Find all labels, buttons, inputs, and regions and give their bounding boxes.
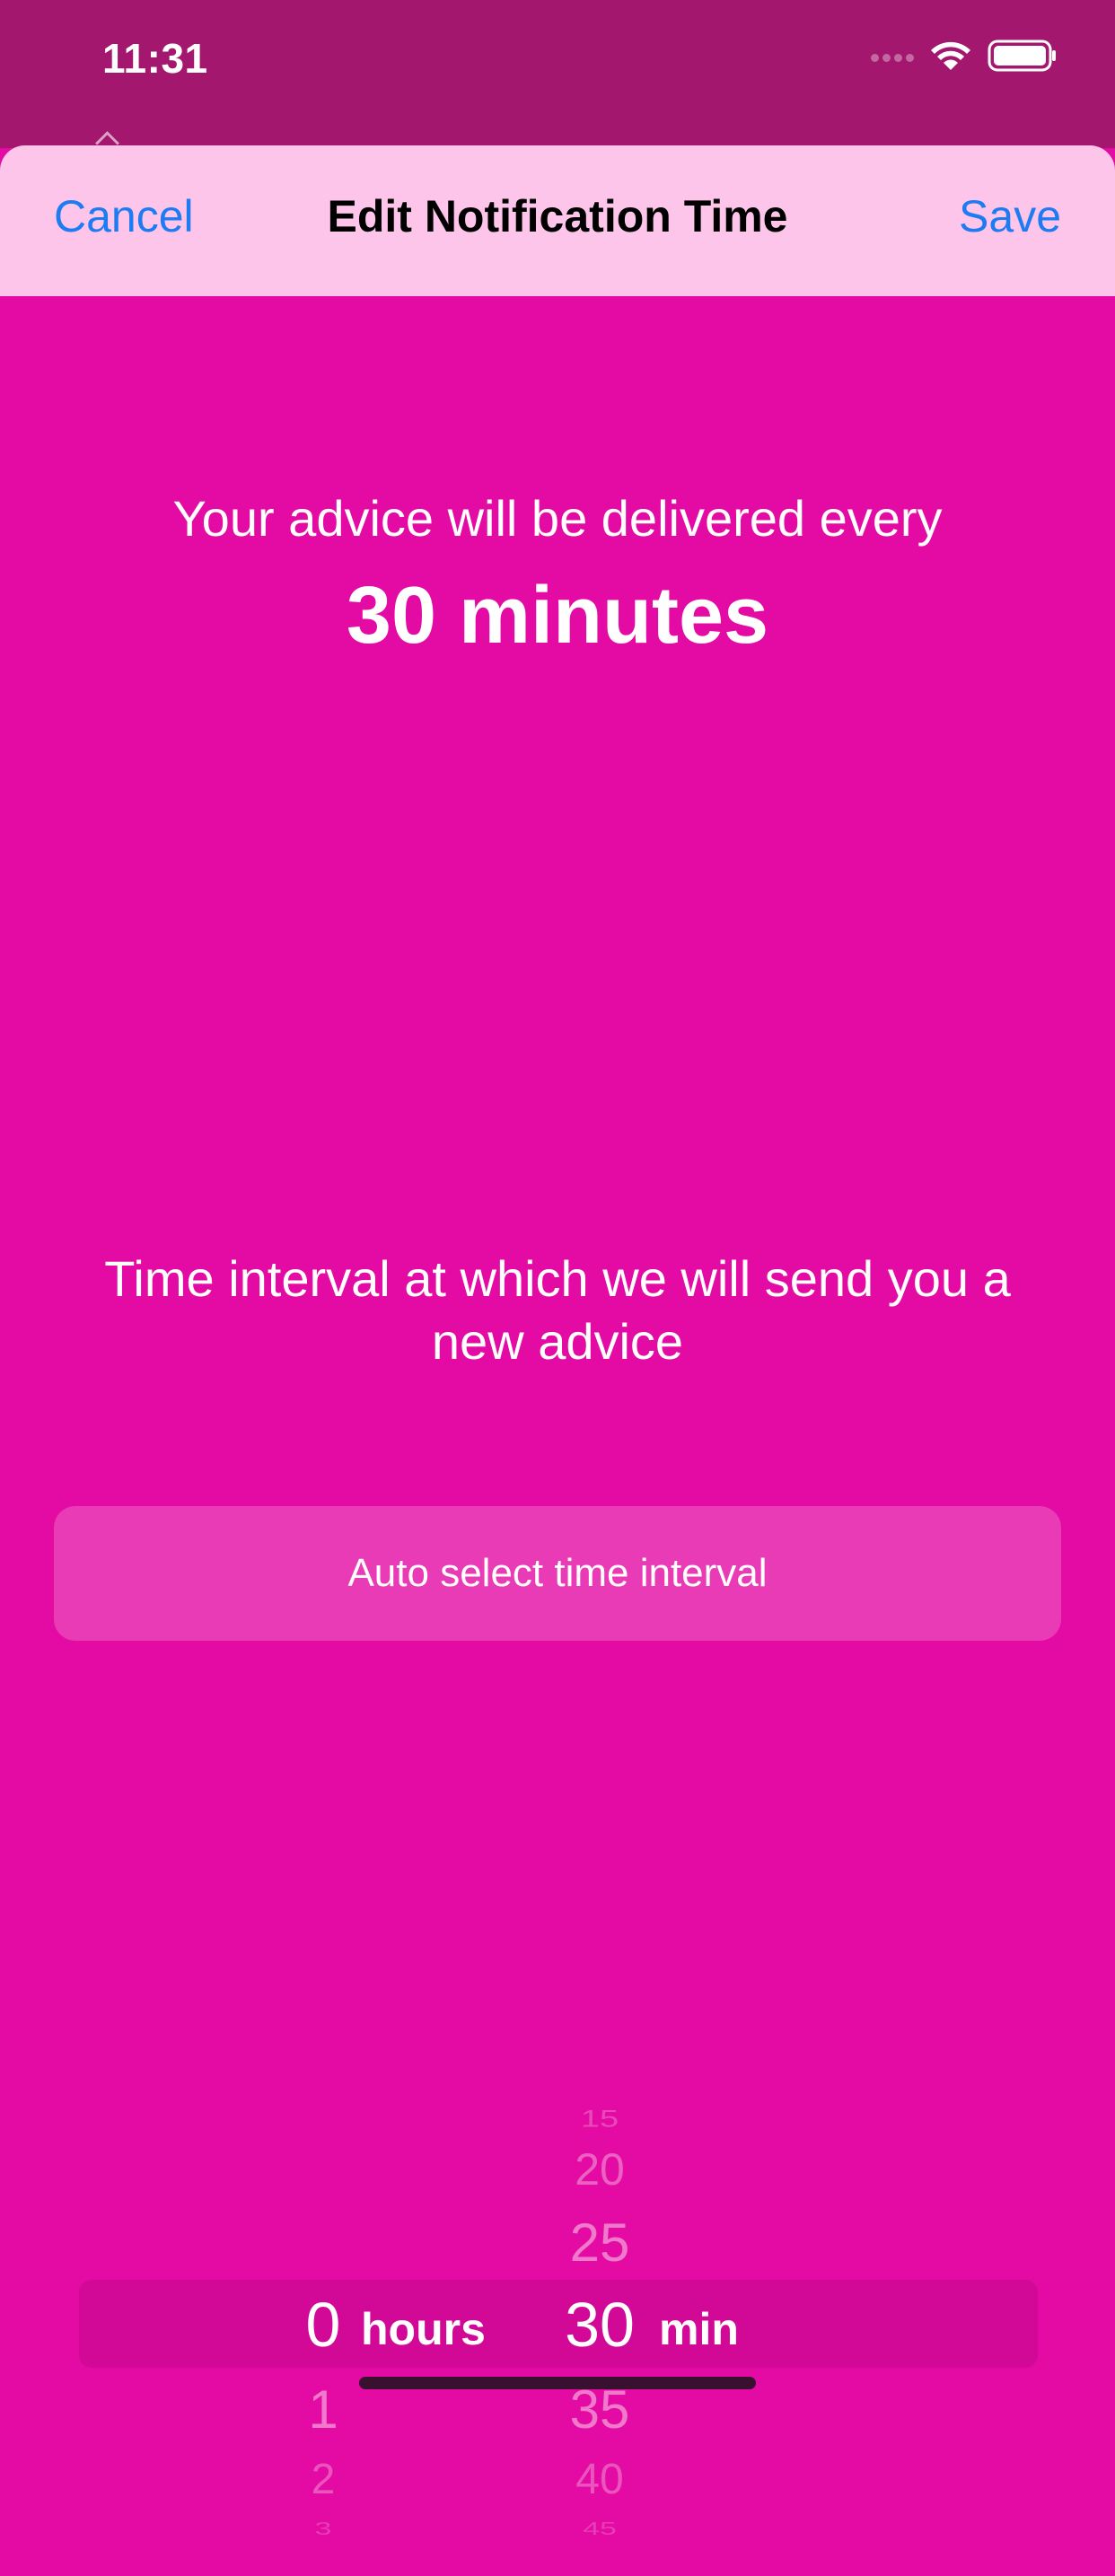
hours-option[interactable]: 2 xyxy=(269,2455,377,2504)
interval-description: Time interval at which we will send you … xyxy=(104,1250,1011,1370)
summary-lead: Your advice will be delivered every xyxy=(172,490,943,547)
status-bar: 11:31 xyxy=(0,0,1115,155)
hours-unit-label: hours xyxy=(361,2304,486,2354)
main-content: Your advice will be delivered every 30 m… xyxy=(0,296,1115,2539)
home-indicator xyxy=(359,2377,756,2389)
time-interval-picker[interactable]: 0 hours 1 2 3 15 20 25 30 min 35 40 45 xyxy=(0,1786,1115,2576)
hours-option[interactable]: 3 xyxy=(269,2519,377,2539)
minutes-unit-label: min xyxy=(659,2304,739,2354)
minutes-option[interactable]: 25 xyxy=(546,2212,654,2274)
page-title: Edit Notification Time xyxy=(327,191,788,241)
signal-dots-icon xyxy=(871,54,914,62)
minutes-selected[interactable]: 30 xyxy=(546,2289,654,2361)
save-button[interactable]: Save xyxy=(959,190,1061,242)
status-time: 11:31 xyxy=(102,35,208,82)
sheet-header: Cancel Edit Notification Time Save xyxy=(0,145,1115,296)
status-icons xyxy=(871,39,1058,76)
summary-value: 30 minutes xyxy=(346,571,769,661)
minutes-option[interactable]: 45 xyxy=(546,2519,654,2539)
battery-icon xyxy=(988,39,1058,76)
wifi-icon xyxy=(930,39,971,76)
minutes-option[interactable]: 20 xyxy=(546,2143,654,2195)
auto-select-button[interactable]: Auto select time interval xyxy=(54,1506,1061,1641)
minutes-option[interactable]: 40 xyxy=(546,2455,654,2504)
minutes-option[interactable]: 15 xyxy=(546,2106,654,2133)
